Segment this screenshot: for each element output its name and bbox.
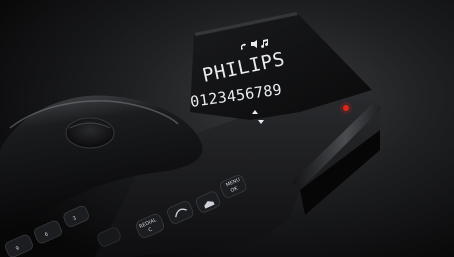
product-photo: PHILIPS 0123456789 MENU OK REDIAL C 3 6: [0, 0, 454, 257]
phone-scene: PHILIPS 0123456789 MENU OK REDIAL C 3 6: [0, 0, 454, 257]
